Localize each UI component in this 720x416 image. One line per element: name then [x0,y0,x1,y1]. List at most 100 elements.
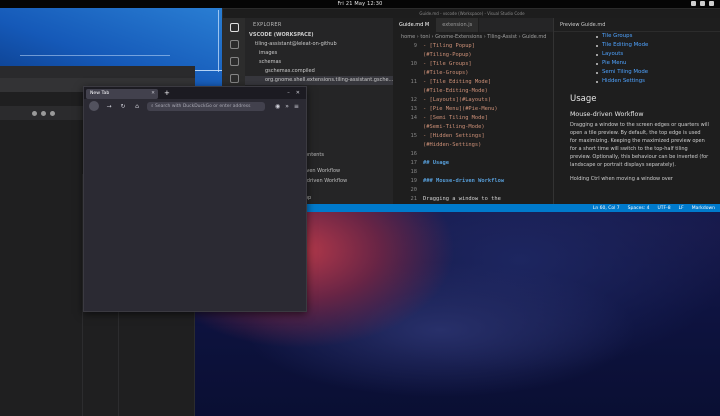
line-number: 11 [410,79,418,85]
background-window-titlebar[interactable] [0,66,195,78]
circle-icon[interactable] [50,110,55,116]
markdown-preview[interactable]: Preview Guide.md Tile Groups Tile Editin… [553,18,720,204]
tree-item[interactable]: tiling-assistant@leleat-on-github [245,40,393,49]
code-text: - [Hidden Settings] [423,133,485,139]
preview-link[interactable]: Layouts [554,50,720,59]
tree-item[interactable]: schemas [245,58,393,67]
code-text: (#Tile-Groups) [423,70,469,76]
code-line[interactable]: (#Hidden-Settings) [393,141,553,150]
code-line[interactable]: 12 - [Layouts](#Layouts) [393,96,553,105]
back-button[interactable] [89,101,99,111]
line-number: 19 [410,178,418,184]
code-line[interactable]: (#Tile-Groups) [393,69,553,78]
code-line[interactable]: 15 - [Hidden Settings] [393,132,553,141]
wallpaper-streak [20,55,170,56]
code-text: - [Tile Groups] [423,61,472,67]
code-text: ## Usage [423,160,449,166]
line-number [393,87,423,96]
code-line[interactable]: 11 - [Tile Editing Mode] [393,78,553,87]
line-number: 10 [410,61,418,67]
line-number: 12 [410,97,418,103]
line-number: 9 [413,43,417,49]
explorer-header: EXPLORER [253,22,282,28]
tab-new-tab[interactable]: New Tab ✕ [86,88,158,99]
code-line[interactable]: (#Tile-Editing-Mode) [393,87,553,96]
code-line[interactable]: 9 - [Tiling Popup] [393,42,553,51]
minimize-icon[interactable]: – [287,90,290,96]
code-line[interactable]: 10 - [Tile Groups] [393,60,553,69]
outline-item[interactable]: iven Workflow [305,168,340,174]
line-number [393,123,423,132]
firefox-content[interactable] [84,113,306,311]
code-text: (#Tile-Editing-Mode) [423,88,488,94]
firefox-window[interactable]: New Tab ✕ + – ✕ → ↻ ⌂ ⌕ Search with Duck… [83,86,307,312]
network-icon[interactable] [691,1,696,6]
code-line[interactable]: 14 - [Semi Tiling Mode] [393,114,553,123]
line-number: 17 [410,160,418,166]
preview-link[interactable]: Semi Tiling Mode [554,68,720,77]
status-eol[interactable]: LF [679,206,684,211]
tree-item[interactable]: images [245,49,393,58]
tree-item[interactable]: org.gnome.shell.extensions.tiling-assist… [245,76,393,85]
system-tray[interactable] [691,1,714,6]
code-text: (#Semi-Tiling-Mode) [423,124,485,130]
clock[interactable]: Fri 21 May 12:30 [337,1,382,7]
code-text: - [Semi Tiling Mode] [423,115,488,121]
line-number [393,69,423,78]
circle-icon[interactable] [41,110,46,116]
editor-pane[interactable]: Guide.md M extension.js home › toni › Gn… [393,18,553,204]
reload-icon[interactable]: ↻ [119,103,127,110]
overflow-icon[interactable]: » [285,103,289,110]
preview-link[interactable]: Tile Editing Mode [554,41,720,50]
power-icon[interactable] [709,1,714,6]
preview-paragraph: Dragging a window to the screen edges or… [570,122,709,168]
status-language[interactable]: Markdown [692,206,715,211]
home-icon[interactable]: ⌂ [133,103,141,110]
code-line[interactable]: 17 ## Usage [393,159,553,168]
url-bar[interactable]: ⌕ Search with DuckDuckGo or enter addres… [147,101,265,111]
code-line[interactable]: 16 [393,150,553,159]
tab-extension-js[interactable]: extension.js [436,18,480,32]
code-line[interactable]: 13 - [Pie Menu](#Pie-Menu) [393,105,553,114]
code-line[interactable]: (#Tiling-Popup) [393,51,553,60]
tab-title: New Tab [90,91,110,96]
preview-link[interactable]: Hidden Settings [554,77,720,86]
line-number: 14 [410,115,418,121]
source-control-icon[interactable] [229,57,239,66]
extensions-icon[interactable] [229,74,239,83]
close-window-icon[interactable]: ✕ [296,90,300,96]
code-line[interactable]: (#Semi-Tiling-Mode) [393,123,553,132]
code-line[interactable]: 18 [393,168,553,177]
files-icon[interactable] [229,23,239,32]
close-tab-icon[interactable]: ✕ [151,91,155,96]
outline-item[interactable]: -driven Workflow [305,178,347,184]
account-icon[interactable]: ◉ [275,103,280,110]
code-line[interactable]: 21 Dragging a window to the [393,195,553,204]
tab-preview[interactable]: Preview Guide.md [554,18,720,32]
code-line[interactable]: 20 [393,186,553,195]
vscode-titlebar[interactable]: Guide.md - vscode (Workspace) - Visual S… [223,9,720,18]
line-number: 13 [410,106,418,112]
code-text: Dragging a window to the [423,196,501,202]
code-line[interactable]: 19 ### Mouse-driven Workflow [393,177,553,186]
preview-link[interactable]: Pie Menu [554,59,720,68]
toolbar-right: ◉ » ≡ [275,103,299,110]
top-bar: Fri 21 May 12:30 [0,0,720,8]
tab-guide-md[interactable]: Guide.md M [393,18,437,32]
code-area[interactable]: 9 - [Tiling Popup] (#Tiling-Popup) 10 - [Til… [393,42,553,204]
status-cursor[interactable]: Ln 60, Col 7 [593,206,620,211]
tree-item[interactable]: gschemas.compiled [245,67,393,76]
search-icon[interactable] [229,40,239,49]
outline-item[interactable]: ontents [305,152,324,158]
volume-icon[interactable] [700,1,705,6]
new-tab-icon[interactable]: + [164,89,170,97]
breadcrumb[interactable]: home › toni › Gnome-Extensions › Tiling-… [393,32,553,42]
status-indent[interactable]: Spaces: 4 [628,206,650,211]
menu-icon[interactable]: ≡ [294,103,299,110]
url-placeholder: Search with DuckDuckGo or enter address [154,104,251,109]
status-encoding[interactable]: UTF-8 [658,206,671,211]
workspace-header[interactable]: VSCODE (WORKSPACE) [245,30,393,40]
forward-icon[interactable]: → [105,103,113,110]
preview-link[interactable]: Tile Groups [554,32,720,41]
circle-icon[interactable] [32,110,37,116]
